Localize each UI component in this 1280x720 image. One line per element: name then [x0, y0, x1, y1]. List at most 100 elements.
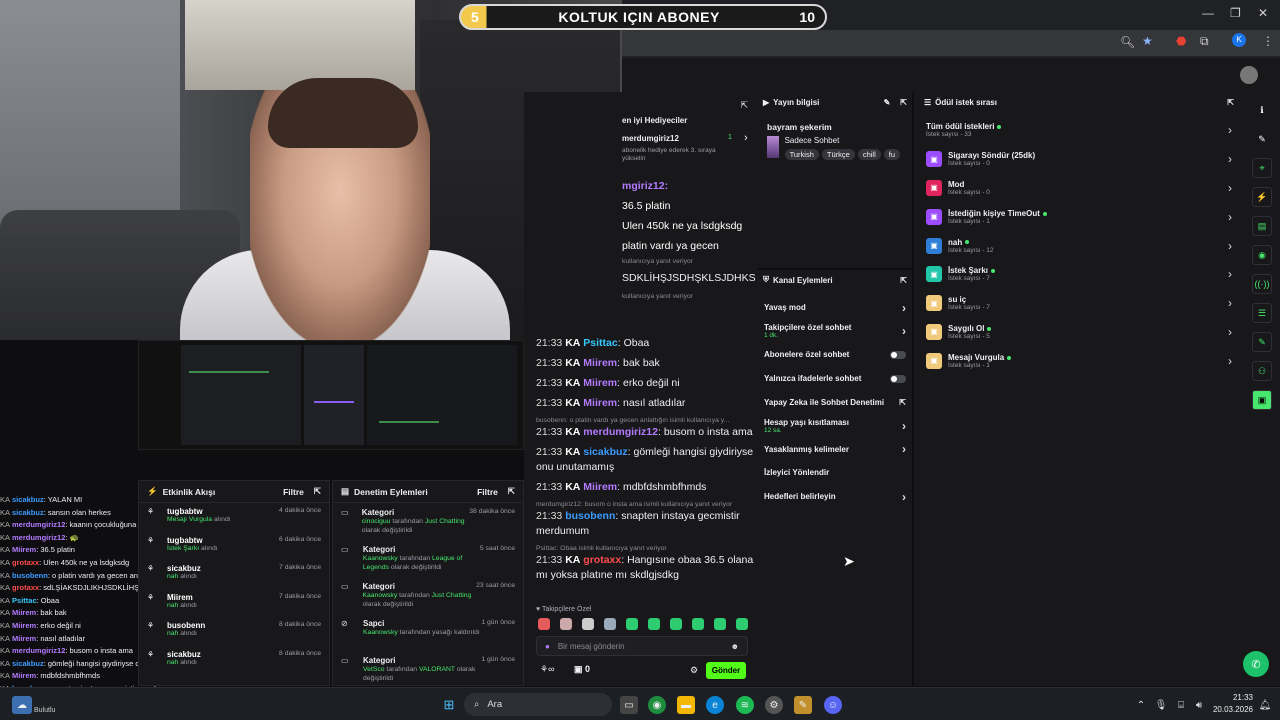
microphone-icon[interactable]: 🎙︎: [1152, 696, 1170, 714]
reward-row[interactable]: ▣ İstek Şarkı İstek sayısı - 7 ›: [914, 260, 1244, 289]
reward-row[interactable]: ▣ Mesajı Vurgula İstek sayısı - 1 ›: [914, 346, 1244, 375]
tag-chip[interactable]: fu: [883, 149, 900, 160]
volume-icon[interactable]: 🔊︎: [1190, 696, 1208, 714]
menu-kebab-icon[interactable]: ⋮: [1262, 34, 1274, 48]
reward-row[interactable]: ▣ su iç İstek sayısı - 7 ›: [914, 289, 1244, 318]
chevron-right-icon[interactable]: ›: [902, 301, 906, 315]
user-avatar[interactable]: [1240, 66, 1258, 84]
taskbar-search[interactable]: ⌕ Ara: [464, 693, 612, 716]
profile-avatar-icon[interactable]: K: [1232, 33, 1246, 47]
activity-user[interactable]: busobenn: [167, 621, 205, 630]
message-user[interactable]: Psittac: [583, 337, 617, 349]
message-user[interactable]: Miirem: [583, 481, 617, 493]
pencil-icon[interactable]: ✎: [1252, 129, 1272, 149]
popout-icon[interactable]: ⇱: [740, 100, 748, 111]
reward-row[interactable]: ▣ Saygılı Ol İstek sayısı - 5 ›: [914, 318, 1244, 347]
activity-user[interactable]: tugbabtw: [167, 507, 231, 516]
reply-context[interactable]: merdumgiriz12: busom o insta ama isimli …: [536, 500, 756, 509]
moderator-name[interactable]: Kaanowsky: [362, 592, 397, 599]
channel-points-icon[interactable]: ⚘∞: [540, 664, 554, 675]
emote-icon[interactable]: [560, 618, 572, 630]
chevron-right-icon[interactable]: ›: [1228, 267, 1232, 281]
activity-user[interactable]: tugbabtw: [167, 536, 218, 545]
chevron-right-icon[interactable]: ›: [1228, 181, 1232, 195]
moderator-name[interactable]: cinociguu: [362, 518, 391, 525]
task-view-icon[interactable]: ▭: [620, 696, 638, 714]
extensions-puzzle-icon[interactable]: ⧉: [1200, 34, 1209, 49]
emote-icon[interactable]: [626, 618, 638, 630]
moderator-name[interactable]: VetSco: [363, 666, 385, 673]
clipboard-icon[interactable]: ▤: [1252, 216, 1272, 236]
popout-icon[interactable]: ⇱: [900, 276, 907, 285]
chevron-right-icon[interactable]: ›: [902, 442, 906, 456]
emote-icon[interactable]: [582, 618, 594, 630]
channel-action-row[interactable]: Hesap yaşı kısıtlaması 12 sa. ›: [758, 414, 912, 438]
broadcast-icon[interactable]: ((·)): [1252, 274, 1272, 294]
chevron-right-icon[interactable]: ›: [902, 419, 906, 433]
channel-action-row[interactable]: Yavaş mod ›: [758, 296, 912, 320]
send-button[interactable]: Gönder: [706, 662, 746, 679]
emote-icon[interactable]: [648, 618, 660, 630]
message-user[interactable]: busobenn: [565, 510, 615, 522]
close-icon[interactable]: ✕: [1258, 6, 1268, 20]
file-explorer-icon[interactable]: ▬: [677, 696, 695, 714]
moderation-filter-button[interactable]: Filtre: [477, 487, 498, 497]
tag-chip[interactable]: Türkçe: [821, 149, 855, 160]
emote-icon[interactable]: [604, 618, 616, 630]
chevron-right-icon[interactable]: ›: [1228, 325, 1232, 339]
channel-action-row[interactable]: Abonelere özel sohbet: [758, 343, 912, 367]
weather-icon[interactable]: ☁: [12, 696, 32, 714]
steam-icon[interactable]: ⚙: [765, 696, 783, 714]
message-user[interactable]: Miirem: [583, 357, 617, 369]
chevron-right-icon[interactable]: ›: [902, 490, 906, 504]
chat-input[interactable]: ● Bir mesaj gönderin ☻: [536, 636, 748, 656]
wrench-icon[interactable]: ✎: [1252, 332, 1272, 352]
clock-time[interactable]: 21:33: [1213, 693, 1253, 702]
pencil-icon[interactable]: ✎: [884, 98, 891, 107]
message-user[interactable]: Miirem: [583, 377, 617, 389]
activity-user[interactable]: Miirem: [167, 593, 197, 602]
lightning-icon[interactable]: ⚡: [1252, 187, 1272, 207]
minimize-icon[interactable]: —: [1202, 6, 1214, 20]
settings-gear-icon[interactable]: ⚙: [690, 665, 698, 676]
message-user[interactable]: grotaxx: [583, 554, 621, 566]
channel-action-row[interactable]: Yasaklanmış kelimeler ›: [758, 438, 912, 462]
channel-action-row[interactable]: Hedefleri belirleyin ›: [758, 485, 912, 509]
popout-icon[interactable]: ⇱: [314, 486, 321, 497]
tag-chip[interactable]: chill: [857, 149, 881, 160]
app-icon[interactable]: ✎: [794, 696, 812, 714]
mic-icon[interactable]: ●: [545, 642, 550, 651]
address-bar[interactable]: 🔍︎ ★ ⬣ ⧉ K ⋮: [622, 30, 1280, 56]
notification-bell-icon[interactable]: 🔔︎: [1256, 696, 1274, 714]
reward-row[interactable]: ▣ Mod İstek sayısı - 0 ›: [914, 174, 1244, 203]
moderator-name[interactable]: Kaanowsky: [363, 629, 398, 636]
bookmark-star-icon[interactable]: ★: [1142, 34, 1153, 48]
popout-icon[interactable]: ⇱: [1227, 98, 1234, 107]
channel-action-row[interactable]: Yalnızca ifadelerle sohbet: [758, 367, 912, 391]
chat-bubble-icon[interactable]: ◉: [1252, 245, 1272, 265]
chevron-right-icon[interactable]: ›: [1228, 239, 1232, 253]
emote-icon[interactable]: [736, 618, 748, 630]
chevron-right-icon[interactable]: ›: [1228, 152, 1232, 166]
gift-icon[interactable]: ▣: [1252, 390, 1272, 410]
chevron-right-icon[interactable]: ›: [1228, 123, 1232, 137]
tray-chevron-icon[interactable]: ⌃: [1132, 696, 1150, 714]
reward-row[interactable]: ▣ İstediğin kişiye TimeOut İstek sayısı - …: [914, 202, 1244, 231]
popout-icon[interactable]: ⇱: [900, 98, 907, 107]
channel-action-row[interactable]: İzleyici Yönlendir: [758, 461, 912, 485]
emoji-icon[interactable]: ☻: [731, 642, 739, 651]
info-icon[interactable]: ℹ: [1252, 100, 1272, 120]
chevron-right-icon[interactable]: ›: [902, 324, 906, 338]
focus-icon[interactable]: ⌖: [1252, 158, 1272, 178]
message-user[interactable]: sicakbuz: [583, 446, 627, 458]
reward-row[interactable]: ▣ nah İstek sayısı - 12 ›: [914, 231, 1244, 260]
network-icon[interactable]: ⌸: [1172, 696, 1190, 714]
activity-user[interactable]: sicakbuz: [167, 650, 201, 659]
start-windows-icon[interactable]: ⊞: [440, 696, 458, 714]
channel-action-row[interactable]: Yapay Zeka ile Sohbet Denetimi ⇱: [758, 390, 912, 414]
external-link-icon[interactable]: ⇱: [899, 398, 906, 407]
reply-context[interactable]: Psittac: Obaa isimli kullanıcıya yanıt v…: [536, 544, 756, 553]
maximize-icon[interactable]: ❐: [1230, 6, 1241, 20]
chrome-icon[interactable]: ◉: [648, 696, 666, 714]
zoom-icon[interactable]: 🔍︎: [1120, 35, 1135, 49]
